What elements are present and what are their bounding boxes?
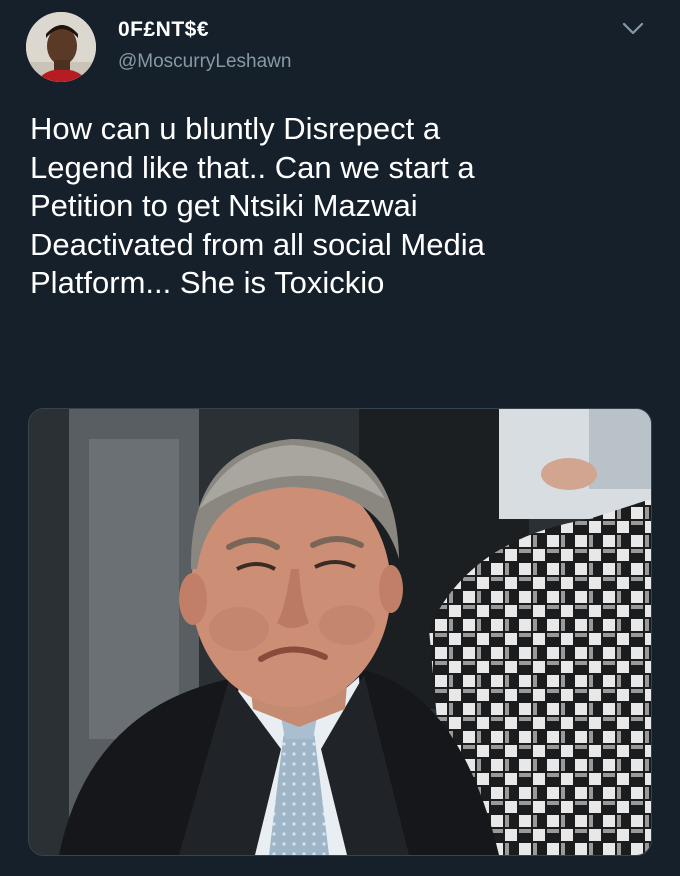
photo-man-frowning	[29, 409, 651, 855]
avatar[interactable]	[26, 12, 96, 82]
display-name[interactable]: 0F£NT$€	[118, 18, 209, 42]
avatar-photo	[26, 12, 96, 82]
tweet-text: How can u bluntly Disrepect a Legend lik…	[30, 111, 485, 300]
chevron-down-icon[interactable]	[620, 18, 646, 40]
user-handle[interactable]: @MoscurryLeshawn	[118, 51, 291, 73]
tweet-image[interactable]	[28, 408, 652, 856]
tweet-card: 0F£NT$€ @MoscurryLeshawn How can u blunt…	[0, 0, 680, 876]
